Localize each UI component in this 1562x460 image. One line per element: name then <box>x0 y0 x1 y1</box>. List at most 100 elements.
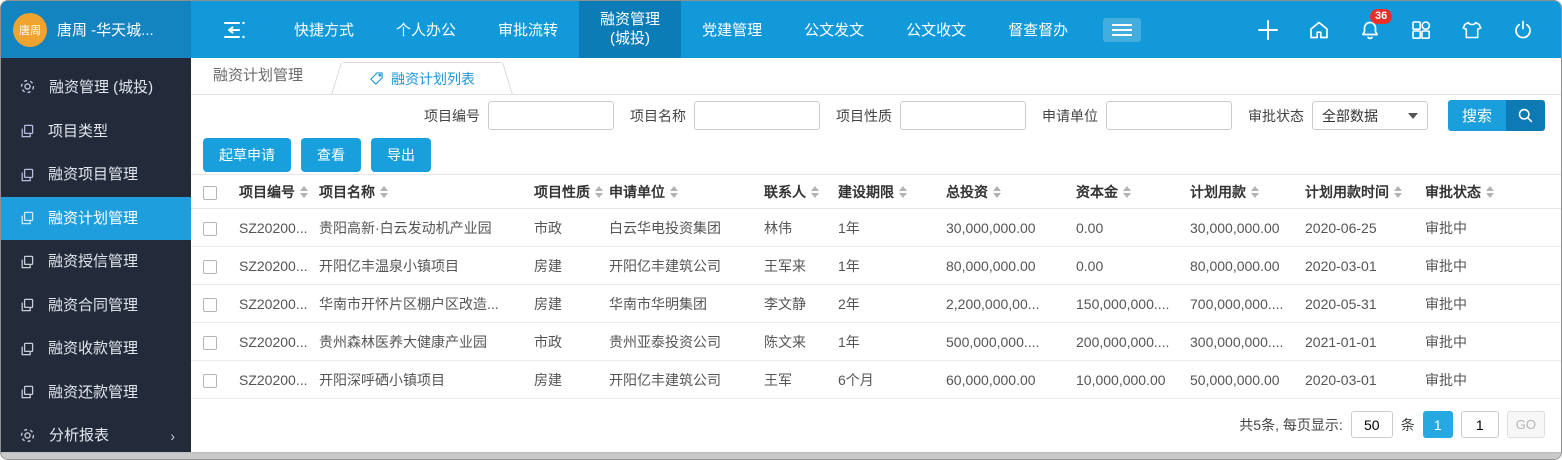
filter-label-project-code: 项目编号 <box>423 107 480 124</box>
nav-item-supervision[interactable]: 督查督办 <box>987 1 1089 58</box>
sidebar-item-financing-projects[interactable]: 融资项目管理 <box>1 153 191 197</box>
chevron-right-icon: › <box>170 427 175 444</box>
nav-area: 快捷方式 个人办公 审批流转 融资管理 (城投) 党建管理 公文发文 公文收文 … <box>191 1 1561 58</box>
nav-item-personal-office[interactable]: 个人办公 <box>375 1 477 58</box>
collapse-menu-icon <box>221 19 247 41</box>
user-block[interactable]: 唐周 唐周 -华天城... <box>1 1 191 58</box>
filter-row: 项目编号 项目名称 项目性质 申请单位 审批状态 全部数据 搜索 <box>191 95 1561 136</box>
table-row[interactable]: SZ20200... 贵阳高新·白云发动机产业园 市政 白云华电投资集团 林伟 1年 30,… <box>191 208 1561 247</box>
copy-icon <box>19 384 35 400</box>
sort-icon[interactable] <box>1123 185 1131 198</box>
nav-item-financing-mgmt-active[interactable]: 融资管理 (城投) <box>579 1 682 58</box>
sort-icon[interactable] <box>811 185 819 198</box>
notifications-button[interactable]: 36 <box>1358 8 1393 42</box>
export-button[interactable]: 导出 <box>371 138 431 172</box>
financing-plan-table: 项目编号 项目名称 项目性质 申请单位 联系人 建设期限 总投资 资本金 计划用… <box>191 174 1561 399</box>
nav-item-doc-outgoing[interactable]: 公文发文 <box>783 1 885 58</box>
pagination-summary: 共5条, 每页显示: <box>1239 416 1343 433</box>
pagination-unit: 条 <box>1400 416 1415 433</box>
sidebar-item-financing-contracts[interactable]: 融资合同管理 <box>1 284 191 328</box>
power-icon <box>1511 18 1535 42</box>
copy-icon <box>19 210 35 226</box>
table-row[interactable]: SZ20200... 开阳亿丰温泉小镇项目 房建 开阳亿丰建筑公司 王军来 1年 80,00… <box>191 246 1561 285</box>
tab-strip: 融资计划管理 融资计划列表 <box>191 58 1561 95</box>
sort-icon[interactable] <box>993 185 1001 198</box>
page-button-1[interactable]: 1 <box>1422 411 1453 438</box>
gear-icon <box>19 78 36 95</box>
user-name: 唐周 -华天城... <box>57 22 154 39</box>
home-icon <box>1307 18 1331 42</box>
plus-icon <box>1256 18 1280 42</box>
search-button[interactable]: 搜索 <box>1447 100 1545 131</box>
table-row[interactable]: SZ20200... 开阳深呼硒小镇项目 房建 开阳亿丰建筑公司 王军 6个月 60,000… <box>191 360 1561 399</box>
row-checkbox[interactable] <box>203 373 217 388</box>
copy-icon <box>19 254 35 270</box>
horizontal-scrollbar[interactable] <box>1 452 1561 459</box>
copy-icon <box>19 341 35 357</box>
project-code-input[interactable] <box>487 101 614 130</box>
sidebar-item-project-type[interactable]: 项目类型 <box>1 110 191 154</box>
sort-icon[interactable] <box>1251 185 1259 198</box>
sort-icon[interactable] <box>300 185 308 198</box>
app-window: 唐周 唐周 -华天城... 快捷方式 个人办公 审批流转 融资管理 (城投) 党… <box>0 0 1562 460</box>
row-checkbox[interactable] <box>203 297 217 312</box>
sort-icon[interactable] <box>1394 185 1402 198</box>
sidebar-item-analysis-reports[interactable]: 分析报表 › <box>1 414 191 458</box>
apps-button[interactable] <box>1409 18 1433 42</box>
top-navbar: 唐周 唐周 -华天城... 快捷方式 个人办公 审批流转 融资管理 (城投) 党… <box>1 1 1561 58</box>
sort-icon[interactable] <box>595 185 603 198</box>
main-nav: 快捷方式 个人办公 审批流转 融资管理 (城投) 党建管理 公文发文 公文收文 … <box>273 1 1089 58</box>
module-title: 融资计划管理 <box>213 67 304 84</box>
row-checkbox[interactable] <box>203 259 217 274</box>
sidebar-item-financing-credit[interactable]: 融资授信管理 <box>1 240 191 284</box>
row-checkbox[interactable] <box>203 335 217 350</box>
table-row[interactable]: SZ20200... 贵州森林医养大健康产业园 市政 贵州亚泰投资公司 陈文来 1年 500… <box>191 322 1561 361</box>
avatar[interactable]: 唐周 <box>13 12 47 47</box>
tag-icon <box>369 71 384 86</box>
add-button[interactable] <box>1256 18 1280 42</box>
tab-financing-plan-list[interactable]: 融资计划列表 <box>343 62 502 94</box>
filter-label-project-nature: 项目性质 <box>835 107 892 124</box>
sort-icon[interactable] <box>670 185 678 198</box>
project-nature-input[interactable] <box>899 101 1026 130</box>
copy-icon <box>19 297 35 313</box>
topbar-icons: 36 <box>1256 1 1561 58</box>
nav-item-party-building[interactable]: 党建管理 <box>681 1 783 58</box>
copy-icon <box>19 123 35 139</box>
goto-page-input[interactable] <box>1460 411 1499 438</box>
sidebar-item-financing-repayments[interactable]: 融资还款管理 <box>1 371 191 415</box>
view-button[interactable]: 查看 <box>301 138 361 172</box>
notification-badge: 36 <box>1370 8 1393 24</box>
gear-icon <box>19 427 36 444</box>
sidebar-item-financing-plans[interactable]: 融资计划管理 <box>1 196 191 240</box>
select-all-checkbox[interactable] <box>203 185 217 200</box>
nav-item-shortcuts[interactable]: 快捷方式 <box>273 1 375 58</box>
filter-label-applicant-unit: 申请单位 <box>1041 107 1098 124</box>
search-icon <box>1506 100 1545 131</box>
home-button[interactable] <box>1307 18 1331 42</box>
table-row[interactable]: SZ20200... 华南市开怀片区棚户区改造... 房建 华南市华明集团 李文静 2年 2… <box>191 284 1561 323</box>
project-name-input[interactable] <box>693 101 820 130</box>
sort-icon[interactable] <box>1486 185 1494 198</box>
sort-icon[interactable] <box>380 185 388 198</box>
sort-icon[interactable] <box>899 185 907 198</box>
filter-label-project-name: 项目名称 <box>629 107 686 124</box>
filter-label-approval-status: 审批状态 <box>1247 107 1304 124</box>
theme-button[interactable] <box>1460 18 1484 42</box>
more-menu-button[interactable] <box>1103 17 1142 42</box>
sidebar-item-financing-mgmt-root[interactable]: 融资管理 (城投) <box>1 66 191 110</box>
nav-item-approval-flow[interactable]: 审批流转 <box>477 1 579 58</box>
sidebar-item-financing-receipts[interactable]: 融资收款管理 <box>1 327 191 371</box>
collapse-menu-button[interactable] <box>191 1 273 58</box>
go-button[interactable]: GO <box>1506 411 1545 438</box>
draft-application-button[interactable]: 起草申请 <box>203 138 291 172</box>
approval-status-select[interactable]: 全部数据 <box>1311 101 1428 130</box>
main-content: 融资计划管理 融资计划列表 项目编号 项目名称 项目性质 申请单位 审批状态 全… <box>191 58 1561 452</box>
logout-button[interactable] <box>1511 18 1535 42</box>
page-size-input[interactable] <box>1350 411 1393 438</box>
row-checkbox[interactable] <box>203 221 217 236</box>
nav-item-doc-incoming[interactable]: 公文收文 <box>885 1 987 58</box>
copy-icon <box>19 167 35 183</box>
applicant-unit-input[interactable] <box>1105 101 1232 130</box>
table-header-row: 项目编号 项目名称 项目性质 申请单位 联系人 建设期限 总投资 资本金 计划用… <box>191 174 1561 209</box>
